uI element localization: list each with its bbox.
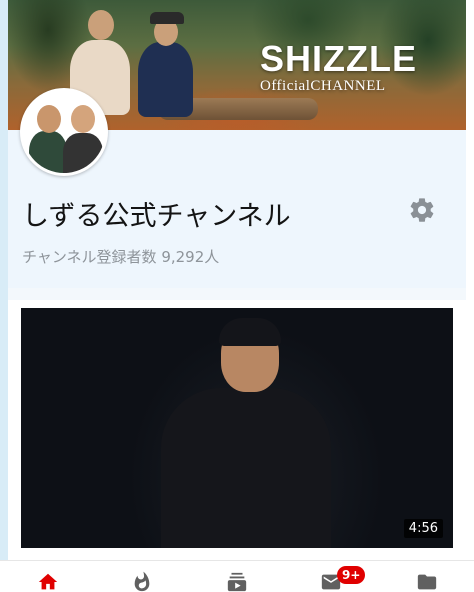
avatar-head-left: [37, 105, 61, 133]
channel-avatar[interactable]: [20, 88, 108, 176]
video-duration: 4:56: [403, 519, 443, 538]
avatar-person-left: [29, 131, 67, 173]
banner-head-left: [88, 10, 114, 40]
avatar-head-right: [71, 105, 95, 133]
thumbnail-person-body: [161, 388, 331, 548]
gear-icon[interactable]: [408, 196, 436, 224]
banner-title: SHIZZLE: [260, 38, 417, 79]
banner-person-right: [138, 42, 193, 117]
subscriber-count: チャンネル登録者数 9,292人: [22, 248, 220, 266]
video-thumbnail[interactable]: 4:56: [21, 308, 453, 548]
trending-icon[interactable]: [128, 571, 156, 592]
banner-subtitle: OfficialCHANNEL: [260, 78, 386, 94]
left-border: [0, 0, 8, 592]
thumbnail-person-hair: [219, 318, 281, 346]
section-divider: [8, 288, 466, 300]
channel-name: しずる公式チャンネル: [22, 201, 291, 232]
bottom-navigation: [0, 560, 474, 592]
inbox-badge: 9+: [337, 566, 366, 584]
avatar-person-right: [63, 133, 103, 173]
banner-brand: SHIZZLE OfficialCHANNEL: [260, 38, 417, 95]
subscriptions-icon[interactable]: [223, 571, 251, 592]
library-icon[interactable]: [413, 571, 441, 592]
home-icon[interactable]: [34, 571, 62, 592]
banner-hat: [150, 12, 184, 24]
